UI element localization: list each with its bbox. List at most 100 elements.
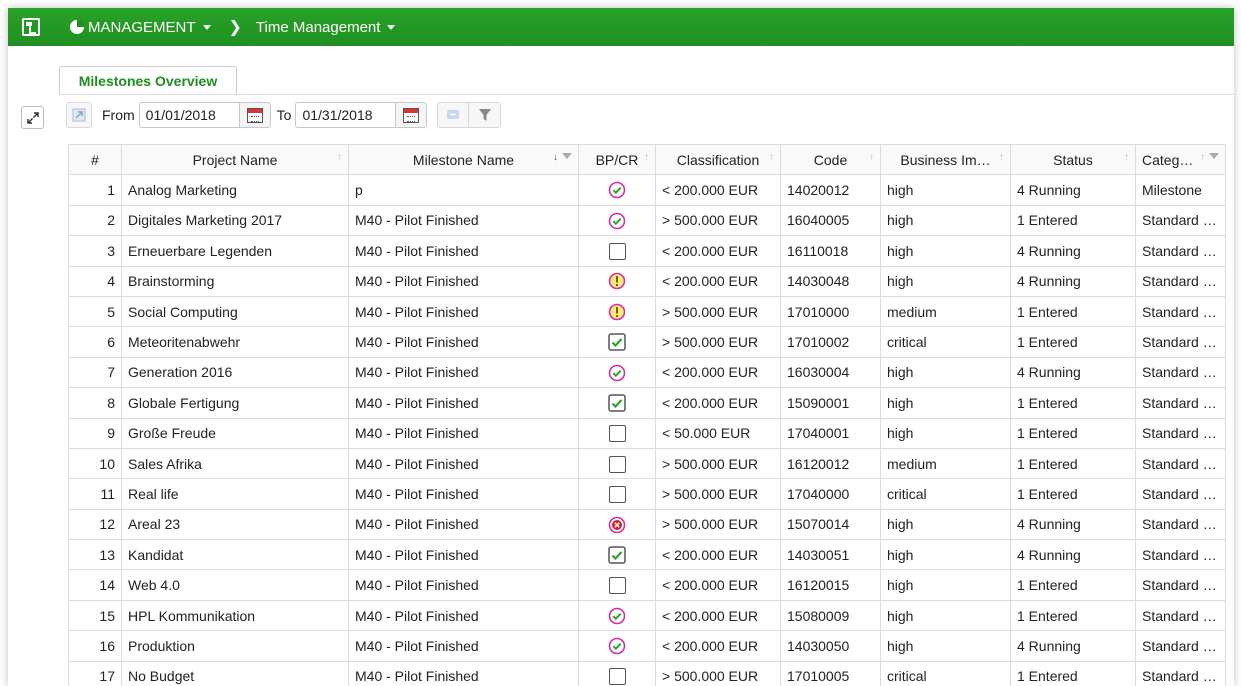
- classification-cell[interactable]: < 200.000 EUR: [655, 174, 781, 206]
- sort-icon[interactable]: ↑: [999, 152, 1004, 163]
- column-header-milestone-name[interactable]: Milestone Name ↓: [348, 143, 579, 176]
- circle-check-icon[interactable]: [608, 637, 626, 655]
- expand-button[interactable]: [21, 106, 44, 129]
- sort-icon[interactable]: ↑: [1200, 152, 1205, 163]
- status-cell[interactable]: 1 Entered: [1010, 204, 1136, 237]
- status-cell[interactable]: 4 Running: [1010, 508, 1136, 541]
- code-cell[interactable]: 17010000: [780, 295, 881, 328]
- status-cell[interactable]: 1 Entered: [1010, 447, 1136, 480]
- milestone-name-cell[interactable]: M40 - Pilot Finished: [348, 539, 579, 571]
- category-cell[interactable]: Standard …: [1135, 265, 1226, 297]
- business-impact-cell[interactable]: high: [880, 204, 1011, 237]
- classification-cell[interactable]: < 200.000 EUR: [655, 539, 781, 571]
- row-number[interactable]: 10: [68, 447, 122, 480]
- status-cell[interactable]: 4 Running: [1010, 356, 1136, 389]
- empty-checkbox-icon[interactable]: [608, 455, 626, 473]
- business-impact-cell[interactable]: high: [880, 356, 1011, 389]
- bp-cr-cell[interactable]: [578, 569, 656, 601]
- project-name-cell[interactable]: Brainstorming: [121, 265, 349, 297]
- status-cell[interactable]: 4 Running: [1010, 174, 1136, 206]
- code-cell[interactable]: 14030050: [780, 630, 881, 662]
- project-name-cell[interactable]: Globale Fertigung: [121, 387, 349, 419]
- project-name-cell[interactable]: Produktion: [121, 630, 349, 662]
- refresh-button[interactable]: [437, 102, 470, 128]
- status-cell[interactable]: 4 Running: [1010, 539, 1136, 571]
- row-number[interactable]: 2: [68, 204, 122, 237]
- classification-cell[interactable]: > 500.000 EUR: [655, 478, 781, 510]
- business-impact-cell[interactable]: high: [880, 630, 1011, 662]
- to-date-input[interactable]: [295, 102, 396, 128]
- row-number[interactable]: 4: [68, 265, 122, 297]
- row-number[interactable]: 6: [68, 326, 122, 358]
- milestone-name-cell[interactable]: M40 - Pilot Finished: [348, 417, 579, 449]
- row-number[interactable]: 14: [68, 569, 122, 601]
- classification-cell[interactable]: > 500.000 EUR: [655, 326, 781, 358]
- classification-cell[interactable]: < 200.000 EUR: [655, 265, 781, 297]
- project-name-cell[interactable]: Sales Afrika: [121, 447, 349, 480]
- row-number[interactable]: 11: [68, 478, 122, 510]
- nav-management-menu[interactable]: MANAGEMENT: [70, 19, 211, 36]
- column-header-business-impact[interactable]: Business Im… ↑: [880, 143, 1011, 176]
- project-name-cell[interactable]: Areal 23: [121, 508, 349, 541]
- code-cell[interactable]: 15070014: [780, 508, 881, 541]
- table-row[interactable]: 2 Digitales Marketing 2017 M40 - Pilot Fin…: [68, 204, 1226, 237]
- status-cell[interactable]: 1 Entered: [1010, 660, 1136, 686]
- classification-cell[interactable]: < 200.000 EUR: [655, 235, 781, 267]
- business-impact-cell[interactable]: critical: [880, 326, 1011, 358]
- milestone-name-cell[interactable]: M40 - Pilot Finished: [348, 508, 579, 541]
- business-impact-cell[interactable]: high: [880, 265, 1011, 297]
- sort-icon[interactable]: ↑: [1124, 152, 1129, 163]
- filter-button[interactable]: [469, 102, 502, 128]
- classification-cell[interactable]: < 200.000 EUR: [655, 569, 781, 601]
- classification-cell[interactable]: > 500.000 EUR: [655, 447, 781, 480]
- milestone-name-cell[interactable]: p: [348, 174, 579, 206]
- category-cell[interactable]: Standard …: [1135, 478, 1226, 510]
- column-header-category[interactable]: Categ… ↑: [1135, 143, 1226, 176]
- code-cell[interactable]: 14030051: [780, 539, 881, 571]
- column-header-code[interactable]: Code ↑: [780, 143, 881, 176]
- bp-cr-cell[interactable]: [578, 174, 656, 206]
- column-header-status[interactable]: Status ↑: [1010, 143, 1136, 176]
- project-name-cell[interactable]: HPL Kommunikation: [121, 599, 349, 632]
- table-row[interactable]: 15 HPL Kommunikation M40 - Pilot Finished <…: [68, 599, 1226, 632]
- table-row[interactable]: 13 Kandidat M40 - Pilot Finished < 200.000 …: [68, 539, 1226, 571]
- business-impact-cell[interactable]: high: [880, 569, 1011, 601]
- classification-cell[interactable]: > 500.000 EUR: [655, 508, 781, 541]
- project-name-cell[interactable]: Kandidat: [121, 539, 349, 571]
- table-row[interactable]: 1 Analog Marketing p < 200.000 EUR 14020012 h…: [68, 174, 1226, 206]
- project-name-cell[interactable]: No Budget: [121, 660, 349, 686]
- nav-time-management-menu[interactable]: Time Management: [256, 19, 396, 36]
- warning-icon[interactable]: [608, 303, 626, 321]
- checked-checkbox-icon[interactable]: [608, 546, 626, 564]
- status-cell[interactable]: 1 Entered: [1010, 417, 1136, 449]
- category-cell[interactable]: Standard …: [1135, 630, 1226, 662]
- error-icon[interactable]: [608, 515, 626, 533]
- empty-checkbox-icon[interactable]: [608, 424, 626, 443]
- project-name-cell[interactable]: Erneuerbare Legenden: [121, 235, 349, 267]
- status-cell[interactable]: 1 Entered: [1010, 387, 1136, 419]
- code-cell[interactable]: 15090001: [780, 387, 881, 419]
- milestone-name-cell[interactable]: M40 - Pilot Finished: [348, 447, 579, 480]
- project-name-cell[interactable]: Social Computing: [121, 295, 349, 328]
- classification-cell[interactable]: > 500.000 EUR: [655, 660, 781, 686]
- status-cell[interactable]: 4 Running: [1010, 265, 1136, 297]
- category-cell[interactable]: Standard …: [1135, 417, 1226, 449]
- circle-check-icon[interactable]: [608, 211, 626, 229]
- category-cell[interactable]: Standard …: [1135, 539, 1226, 571]
- checked-checkbox-icon[interactable]: [608, 394, 626, 412]
- business-impact-cell[interactable]: high: [880, 174, 1011, 206]
- project-name-cell[interactable]: Real life: [121, 478, 349, 510]
- code-cell[interactable]: 17010002: [780, 326, 881, 358]
- table-row[interactable]: 17 No Budget M40 - Pilot Finished > 500.000…: [68, 660, 1226, 686]
- sort-icon[interactable]: ↑: [644, 152, 649, 163]
- category-cell[interactable]: Standard …: [1135, 235, 1226, 267]
- business-impact-cell[interactable]: high: [880, 417, 1011, 449]
- project-name-cell[interactable]: Web 4.0: [121, 569, 349, 601]
- category-cell[interactable]: Standard …: [1135, 326, 1226, 358]
- code-cell[interactable]: 16120012: [780, 447, 881, 480]
- row-number[interactable]: 5: [68, 295, 122, 328]
- category-cell[interactable]: Standard …: [1135, 569, 1226, 601]
- bp-cr-cell[interactable]: [578, 539, 656, 571]
- business-impact-cell[interactable]: critical: [880, 478, 1011, 510]
- milestone-name-cell[interactable]: M40 - Pilot Finished: [348, 326, 579, 358]
